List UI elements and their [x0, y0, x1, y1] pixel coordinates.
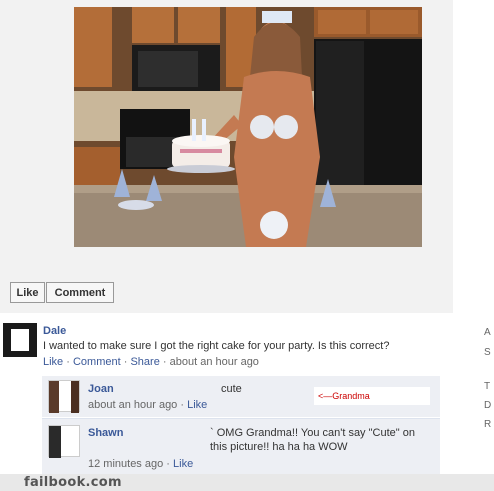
comment-actions: Like · Comment · Share · about an hour a…	[43, 356, 259, 368]
reply-like-link[interactable]: Like	[187, 399, 207, 411]
comment-like-link[interactable]: Like	[43, 356, 63, 368]
comment-comment-link[interactable]: Comment	[73, 356, 121, 368]
comment-text: I wanted to make sure I got the right ca…	[43, 340, 390, 352]
sidebar-fragment: A	[484, 327, 491, 338]
reply-text: ` OMG Grandma!! You can't say "Cute" on …	[210, 427, 415, 453]
comment-button[interactable]: Comment	[46, 282, 114, 303]
reply-timestamp: about an hour ago	[88, 399, 178, 411]
avatar[interactable]	[48, 425, 80, 458]
sidebar-fragment: T	[484, 381, 491, 392]
reply-author[interactable]: Joan	[88, 383, 114, 395]
reply-text: cute	[221, 383, 242, 395]
like-button[interactable]: Like	[10, 282, 45, 303]
footer-bar: failbook.com	[0, 474, 494, 491]
sidebar-fragment: R	[484, 419, 492, 430]
comment-timestamp: about an hour ago	[169, 356, 259, 368]
avatar[interactable]	[3, 323, 37, 357]
sidebar-fragment: D	[484, 400, 492, 411]
annotation-label: <—Grandma	[314, 387, 430, 405]
brand-logo: failbook.com	[24, 475, 122, 490]
post-photo[interactable]	[74, 7, 422, 247]
sidebar-fragment: S	[484, 347, 491, 358]
reply-meta: about an hour ago · Like	[88, 399, 208, 411]
comment-share-link[interactable]: Share	[130, 356, 159, 368]
reply-author[interactable]: Shawn	[88, 427, 123, 439]
photo-panel: Like Comment	[0, 0, 453, 313]
reply-like-link[interactable]: Like	[173, 458, 193, 470]
comment-author[interactable]: Dale	[43, 325, 66, 337]
reply-timestamp: 12 minutes ago	[88, 458, 164, 470]
reply-meta: 12 minutes ago · Like	[88, 458, 194, 470]
avatar[interactable]	[48, 380, 80, 413]
